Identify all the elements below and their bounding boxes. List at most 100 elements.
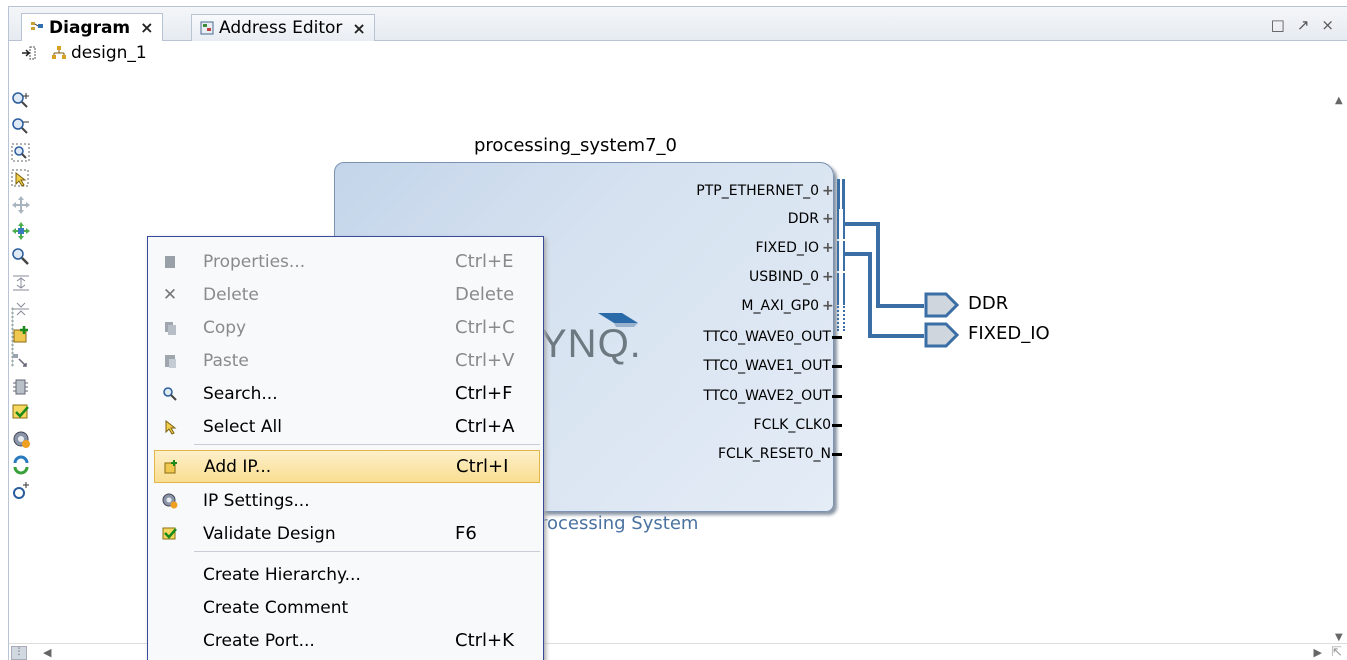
ip-port-usbind-0[interactable]: USBIND_0 + [749,269,834,285]
collapse-icon[interactable] [11,273,31,293]
port-label: FIXED_IO [755,240,819,256]
regenerate-icon[interactable] [11,455,31,475]
port-expand-icon[interactable]: + [822,298,834,314]
menu-item-copy[interactable]: Copy Ctrl+C [148,311,543,344]
menu-item-select-all[interactable]: Select All Ctrl+A [148,410,543,443]
delete-icon: ✕ [162,284,178,305]
ip-port-m-axi-gp0[interactable]: M_AXI_GP0 + [741,298,834,314]
menu-item-shortcut: Ctrl+K [455,630,514,651]
search-icon[interactable] [11,247,31,267]
menu-item-label: Properties... [203,251,306,272]
port-pin [832,423,842,427]
port-pin [832,364,842,368]
port-expand-icon[interactable]: + [822,183,834,199]
ip-port-ttc0-wave1-out[interactable]: TTC0_WAVE1_OUT [703,358,842,374]
ip-port-ptp-ethernet-0[interactable]: PTP_ETHERNET_0 + [696,183,834,199]
close-icon[interactable]: × [352,19,365,38]
port-label: PTP_ETHERNET_0 [696,183,819,199]
expand-icon[interactable] [11,299,31,319]
add-ip-icon [163,459,179,475]
menu-item-label: Create Comment [203,597,349,618]
menu-item-shortcut: Ctrl+C [455,317,515,338]
close-panel-icon[interactable]: × [1321,16,1334,34]
menu-item-shortcut: F6 [455,523,477,544]
float-icon[interactable]: ↗ [1297,16,1310,34]
external-port-ddr-shape[interactable] [924,292,960,318]
menu-item-create-comment[interactable]: Create Comment [148,591,543,624]
validate-icon[interactable] [11,403,31,423]
menu-item-create-port[interactable]: Create Port... Ctrl+K [148,624,543,657]
ip-port-ttc0-wave2-out[interactable]: TTC0_WAVE2_OUT [703,388,842,404]
tab-label: Address Editor [219,18,343,38]
zoom-area-icon[interactable] [11,143,31,163]
settings-icon[interactable] [11,429,31,449]
ip-port-fclk-clk0[interactable]: FCLK_CLK0 [753,417,842,433]
route-icon[interactable] [11,351,31,371]
menu-item-ip-settings[interactable]: IP Settings... [148,484,543,517]
search-icon [162,386,178,402]
properties-icon [162,254,178,270]
expand-all-icon[interactable] [21,45,37,61]
menu-item-add-ip[interactable]: Add IP... Ctrl+I [154,450,540,483]
scroll-right-icon[interactable]: ▶ [1314,646,1322,659]
design-bar: design_1 [9,41,1347,65]
tab-label: Diagram [49,17,131,38]
menu-item-shortcut: Delete [455,284,515,305]
tab-address-editor[interactable]: Address Editor × [191,14,375,41]
ip-port-ddr[interactable]: DDR + [788,211,834,227]
zoom-out-icon[interactable] [11,117,31,137]
menu-item-label: Delete [203,284,259,305]
maximize-icon[interactable]: □ [1271,16,1285,34]
hierarchy-tool-icon[interactable] [11,377,31,397]
menu-item-shortcut: Ctrl+A [455,416,515,437]
corner-resize-icon[interactable]: ⇱ [1331,645,1342,660]
ip-instance-name[interactable]: processing_system7_0 [474,135,677,156]
menu-item-shortcut: Ctrl+F [455,383,513,404]
tab-bar: Diagram × Address Editor × □ ↗ × [9,7,1347,41]
port-expand-icon[interactable]: + [822,240,834,256]
menu-item-validate-design[interactable]: Validate Design F6 [148,517,543,550]
menu-item-properties[interactable]: Properties... Ctrl+E [148,245,543,278]
scroll-left-icon[interactable]: ◀ [43,646,51,659]
zynq-logo: YNQ. [540,322,642,366]
panel-grip-icon[interactable]: ⋮ [11,646,27,660]
external-port-ddr[interactable]: DDR [968,293,1008,314]
external-port-fixed-io-shape[interactable] [924,322,960,348]
scroll-up-icon[interactable]: ▲ [1335,95,1343,106]
external-port-fixed-io[interactable]: FIXED_IO [968,323,1050,344]
close-icon[interactable]: × [140,18,153,37]
menu-item-label: Create Hierarchy... [203,564,361,585]
port-pin [832,452,842,456]
port-expand-icon[interactable]: + [822,211,834,227]
port-label: USBIND_0 [748,269,819,285]
menu-item-delete[interactable]: ✕ Delete Delete [148,278,543,311]
menu-item-create-hierarchy[interactable]: Create Hierarchy... [148,558,543,591]
port-expand-icon[interactable]: + [822,269,834,285]
select-area-icon[interactable] [11,169,31,189]
menu-item-paste[interactable]: Paste Ctrl+V [148,344,543,377]
menu-item-label: Paste [203,350,249,371]
address-editor-icon [200,21,214,35]
port-label: TTC0_WAVE2_OUT [703,388,831,404]
scroll-down-icon[interactable]: ▼ [1335,632,1343,643]
design-name[interactable]: design_1 [71,43,147,63]
add-ip-icon[interactable] [11,325,31,345]
menu-item-search[interactable]: Search... Ctrl+F [148,377,543,410]
fit-icon[interactable] [11,221,31,241]
vertical-scrollbar[interactable]: ▲ ▼ [1331,95,1347,643]
ip-block-footer: rocessing System [540,513,699,534]
menu-item-shortcut: Ctrl+E [455,251,514,272]
hierarchy-icon [52,46,66,59]
zynq-logo-mark [598,313,638,327]
zoom-in-icon[interactable] [11,91,31,111]
ip-port-fclk-reset0-n[interactable]: FCLK_RESET0_N [718,446,842,462]
ip-port-ttc0-wave0-out[interactable]: TTC0_WAVE0_OUT [703,329,842,345]
port-label: TTC0_WAVE0_OUT [703,329,831,345]
refresh-icon[interactable] [11,481,31,501]
tab-diagram[interactable]: Diagram × [21,13,163,41]
port-pin [832,394,842,398]
port-label: FCLK_CLK0 [753,417,831,433]
move-icon[interactable] [11,195,31,215]
window-controls: □ ↗ × [1271,16,1334,34]
ip-port-fixed-io[interactable]: FIXED_IO + [755,240,834,256]
